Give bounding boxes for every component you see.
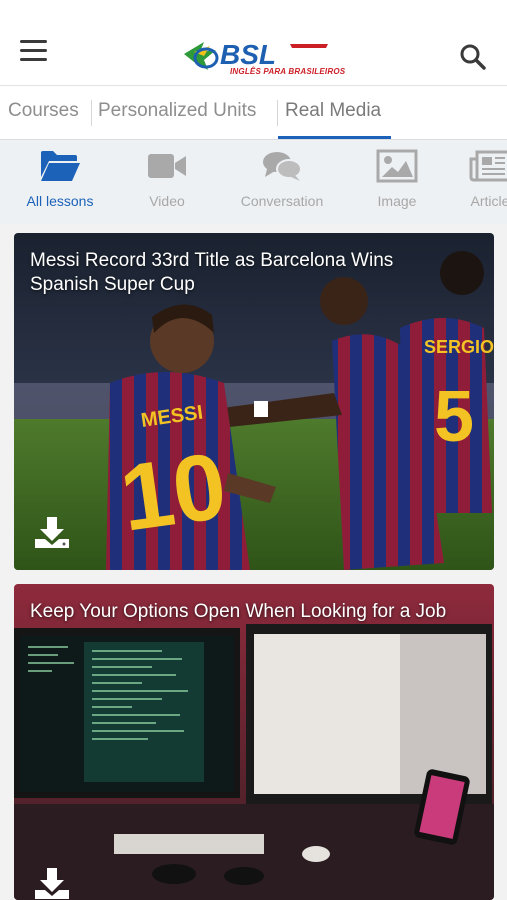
tab-real-media[interactable]: Real Media [285,100,381,122]
filter-all-lessons[interactable]: All lessons [10,149,110,219]
lesson-title: Keep Your Options Open When Looking for … [30,601,447,622]
filter-label: Video [149,193,185,209]
filter-label: Article [470,193,507,209]
video-camera-icon [148,154,186,178]
tab-courses[interactable]: Courses [8,100,79,122]
svg-text:BSL: BSL [220,39,276,70]
folder-icon [41,151,80,181]
lesson-card[interactable]: Keep Your Options Open When Looking for … [14,584,494,900]
filter-conversation[interactable]: Conversation [232,149,332,219]
download-icon[interactable] [33,866,71,900]
filter-video[interactable]: Video [117,149,217,219]
filter-image[interactable]: Image [347,149,447,219]
filter-label: Image [377,193,417,209]
filter-label: Conversation [240,193,324,209]
search-icon[interactable] [458,42,488,72]
image-icon [376,149,418,183]
newspaper-icon [469,150,507,182]
hamburger-menu-icon[interactable] [20,40,52,70]
lesson-thumbnail [14,584,494,900]
tab-divider [91,100,92,126]
logo-tagline: INGLÊS PARA BRASILEIROS [230,67,346,76]
chat-bubbles-icon [263,152,302,181]
bsl-logo: BSL INGLÊS PARA BRASILEIROS [182,36,345,80]
svg-text:10: 10 [114,432,232,551]
tab-personalized-units[interactable]: Personalized Units [98,100,256,122]
active-tab-indicator [278,136,391,139]
svg-text:5: 5 [434,377,474,457]
section-tabs: Courses Personalized Units Real Media [0,86,507,140]
lesson-title: Messi Record 33rd Title as Barcelona Win… [30,250,394,295]
download-icon[interactable] [33,515,71,549]
tab-divider [277,100,278,126]
media-type-filters: All lessons Video Conversation Image Art… [0,141,507,224]
lesson-card[interactable]: SERGIO 5 MESSI 10 Messi Record 33rd Titl… [14,233,494,570]
top-bar: BSL INGLÊS PARA BRASILEIROS [0,0,507,86]
svg-text:SERGIO: SERGIO [424,337,494,357]
filter-label: All lessons [26,193,94,209]
filter-article[interactable]: Article [440,149,507,219]
